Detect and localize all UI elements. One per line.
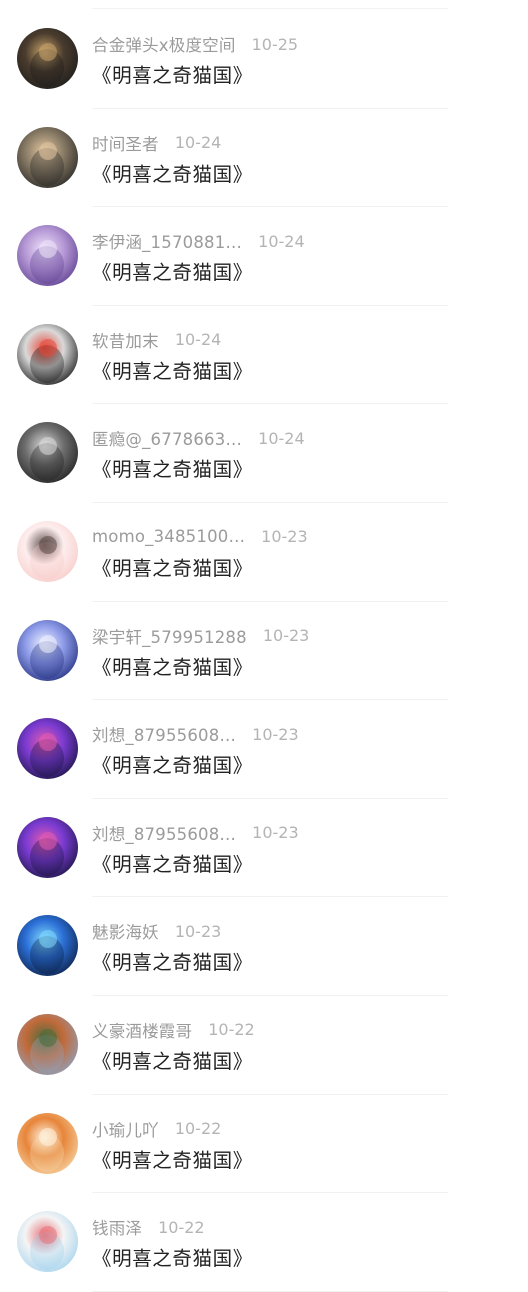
timestamp: 10-23 [252,823,299,843]
comment-row[interactable]: 刘想_87955608… 10-23 《明喜之奇猫国》 [0,700,528,799]
comment-meta: 刘想_87955608… 10-23 [92,820,299,846]
user-avatar[interactable] [17,619,78,681]
comment-row[interactable]: 时间圣者 10-24 《明喜之奇猫国》 [0,109,528,208]
username[interactable]: 软昔加末 [92,328,159,352]
top-divider [92,8,448,9]
timestamp: 10-23 [174,921,222,941]
username[interactable]: 李伊涵_1570881… [92,229,242,253]
comment-text: 《明喜之奇猫国》 [92,162,253,186]
comment-list: 合金弹头x极度空间 10-25 《明喜之奇猫国》 时间圣者 10-24 《明喜之奇猫国》李… [0,10,528,1292]
comment-text: 《明喜之奇猫国》 [92,1247,253,1271]
timestamp: 10-23 [261,527,308,547]
user-avatar[interactable] [17,520,78,582]
comment-row[interactable]: 合金弹头x极度空间 10-25 《明喜之奇猫国》 [0,10,528,109]
comment-meta: 李伊涵_1570881… 10-24 [92,228,305,254]
comment-meta: 时间圣者 10-24 [92,130,221,156]
comment-text: 《明喜之奇猫国》 [92,1049,253,1073]
photo-avatar-icon [17,816,78,878]
user-avatar[interactable] [17,816,78,878]
photo-avatar-icon [17,520,78,582]
username[interactable]: 刘想_87955608… [92,722,236,746]
comment-row[interactable]: 匿瘾@_6778663… 10-24 《明喜之奇猫国》 [0,404,528,503]
timestamp: 10-24 [258,428,305,448]
comment-text: 《明喜之奇猫国》 [92,261,253,285]
photo-avatar-icon [17,718,78,780]
comment-row[interactable]: 刘想_87955608… 10-23 《明喜之奇猫国》 [0,799,528,898]
username[interactable]: 刘想_87955608… [92,821,236,845]
photo-avatar-icon [17,1013,78,1075]
user-avatar[interactable] [17,323,78,385]
user-avatar[interactable] [17,28,78,89]
user-avatar[interactable] [17,718,78,780]
username[interactable]: 时间圣者 [92,131,159,155]
timestamp: 10-23 [262,626,310,646]
comment-row[interactable]: 软昔加末 10-24 《明喜之奇猫国》 [0,306,528,405]
comment-row[interactable]: 梁宇轩_579951288 10-23 《明喜之奇猫国》 [0,602,528,701]
photo-avatar-icon [17,323,78,385]
photo-avatar-icon [17,225,78,287]
user-avatar[interactable] [17,1211,78,1273]
timestamp: 10-24 [174,330,222,350]
photo-avatar-icon [17,915,78,977]
comment-meta: 梁宇轩_579951288 10-23 [92,623,309,649]
timestamp: 10-23 [252,724,299,744]
comment-text: 《明喜之奇猫国》 [92,754,253,778]
photo-avatar-icon [17,619,78,681]
username[interactable]: 合金弹头x极度空间 [92,32,236,56]
timestamp: 10-24 [258,231,305,251]
comment-text: 《明喜之奇猫国》 [92,852,253,876]
comment-row[interactable]: 李伊涵_1570881… 10-24 《明喜之奇猫国》 [0,207,528,306]
username[interactable]: 梁宇轩_579951288 [92,624,247,648]
timestamp: 10-24 [174,133,222,153]
comment-text: 《明喜之奇猫国》 [92,951,253,975]
comment-row[interactable]: momo_3485100… 10-23 《明喜之奇猫国》 [0,503,528,602]
photo-avatar-icon [17,126,78,188]
comment-text: 《明喜之奇猫国》 [92,64,253,87]
username[interactable]: 义豪酒楼霞哥 [92,1018,192,1042]
comment-meta: 魅影海妖 10-23 [92,918,221,944]
username[interactable]: 钱雨泽 [92,1215,142,1239]
comment-text: 《明喜之奇猫国》 [92,655,253,679]
user-avatar[interactable] [17,422,78,484]
comment-text: 《明喜之奇猫国》 [92,359,253,383]
comment-text: 《明喜之奇猫国》 [92,1148,253,1172]
user-avatar[interactable] [17,225,78,287]
username[interactable]: 魅影海妖 [92,919,159,943]
comment-meta: 软昔加末 10-24 [92,327,221,353]
photo-avatar-icon [17,28,78,89]
comment-row[interactable]: 钱雨泽 10-22 《明喜之奇猫国》 [0,1193,528,1292]
comment-row[interactable]: 义豪酒楼霞哥 10-22 《明喜之奇猫国》 [0,996,528,1095]
timestamp: 10-25 [251,34,299,54]
comment-meta: 刘想_87955608… 10-23 [92,721,299,747]
timestamp: 10-22 [208,1020,255,1040]
comment-meta: 钱雨泽 10-22 [92,1214,205,1240]
user-avatar[interactable] [17,915,78,977]
comment-row[interactable]: 魅影海妖 10-23 《明喜之奇猫国》 [0,897,528,996]
user-avatar[interactable] [17,126,78,188]
comment-meta: 匿瘾@_6778663… 10-24 [92,425,305,451]
comment-meta: 小瑜儿吖 10-22 [92,1116,221,1142]
comment-text: 《明喜之奇猫国》 [92,458,253,482]
timestamp: 10-22 [158,1217,205,1237]
username[interactable]: 匿瘾@_6778663… [92,426,242,450]
username[interactable]: 小瑜儿吖 [92,1117,159,1141]
user-avatar[interactable] [17,1112,78,1174]
username[interactable]: momo_3485100… [92,527,245,546]
user-avatar[interactable] [17,1013,78,1075]
comment-row[interactable]: 小瑜儿吖 10-22 《明喜之奇猫国》 [0,1095,528,1194]
comment-text: 《明喜之奇猫国》 [92,556,253,580]
timestamp: 10-22 [174,1119,222,1139]
comment-meta: 义豪酒楼霞哥 10-22 [92,1017,255,1043]
comment-meta: momo_3485100… 10-23 [92,524,308,550]
photo-avatar-icon [17,1211,78,1273]
comment-meta: 合金弹头x极度空间 10-25 [92,31,298,57]
photo-avatar-icon [17,422,78,484]
photo-avatar-icon [17,1112,78,1174]
